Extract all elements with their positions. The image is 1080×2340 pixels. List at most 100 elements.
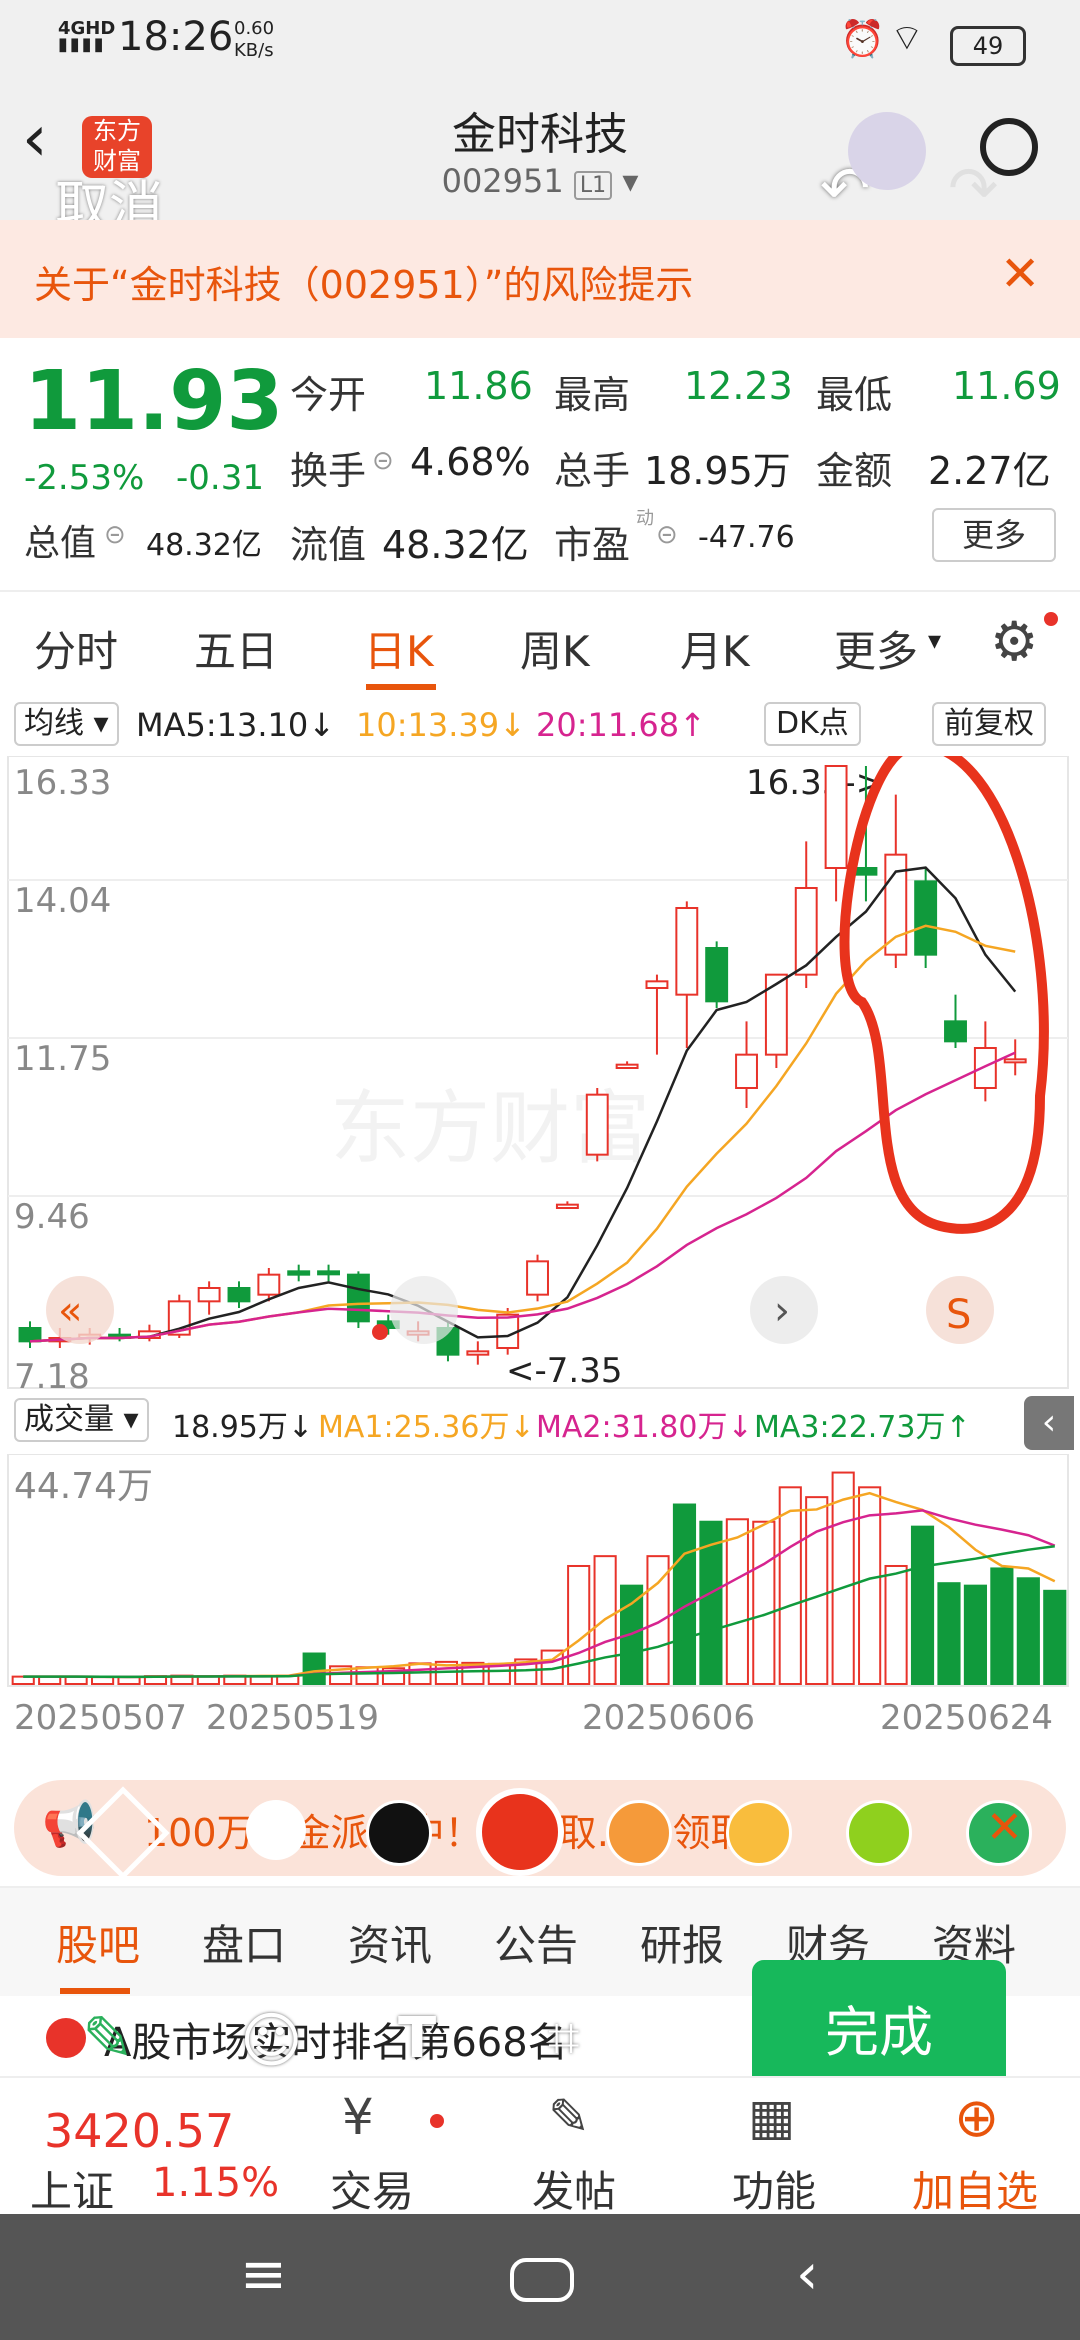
close-icon[interactable]: ✕: [1000, 246, 1040, 302]
back-nav-icon[interactable]: ‹: [796, 2242, 818, 2307]
tab-announcement[interactable]: 公告: [494, 1912, 578, 1973]
trade-button[interactable]: 交易: [330, 2158, 414, 2219]
active-tab-indicator: [366, 684, 436, 690]
volume-bar: [355, 1666, 379, 1685]
tab-more[interactable]: 更多: [834, 618, 918, 679]
volume-bar: [937, 1582, 961, 1686]
candle-body: [944, 1020, 967, 1043]
tab-five-day[interactable]: 五日: [194, 618, 278, 679]
mcap-value: 48.32亿: [146, 528, 262, 563]
turnover-value: 4.68%: [410, 440, 531, 484]
crop-tool-icon[interactable]: ⌗: [548, 2006, 580, 2072]
index-value: 3420.57: [44, 2104, 235, 2158]
adjust-mode-button[interactable]: 前复权: [932, 702, 1046, 746]
assistant-avatar[interactable]: [848, 112, 926, 190]
pencil-tool-icon[interactable]: ✎: [82, 2002, 134, 2075]
candle-body: [764, 973, 788, 1056]
volume-chart[interactable]: 44.74万: [0, 1454, 1080, 1694]
ma-selector[interactable]: 均线 ▾: [14, 702, 119, 746]
level-badge: L1: [573, 171, 613, 200]
volume-bar: [725, 1518, 749, 1686]
candle-body: [973, 1047, 997, 1089]
tab-daily-k[interactable]: 日K: [364, 618, 434, 679]
volume-area: 成交量 ▾ 18.95万↓ MA1:25.36万↓ MA2:31.80万↓ MA…: [0, 1396, 1080, 1766]
candle-body: [317, 1270, 340, 1276]
candle-body: [287, 1270, 311, 1276]
turnover-label: 换手: [290, 449, 367, 493]
low-value: 11.69: [952, 364, 1061, 408]
menu-icon[interactable]: ≡: [240, 2242, 287, 2307]
dk-point-button[interactable]: DK点: [764, 702, 861, 746]
candle-body: [914, 880, 938, 956]
volume-bar: [1043, 1589, 1067, 1685]
volume-bar: [90, 1676, 115, 1686]
text-tool-icon[interactable]: T: [398, 2006, 436, 2071]
candle-body: [227, 1287, 251, 1303]
axis-label-3: 11.75: [14, 1039, 111, 1079]
function-button[interactable]: 功能: [732, 2158, 816, 2219]
emoji-tool-icon[interactable]: ☺: [240, 2006, 303, 2076]
info-icon[interactable]: ⊝: [656, 520, 678, 550]
system-nav-bar: ≡ ‹: [0, 2214, 1080, 2340]
color-black[interactable]: [366, 1800, 432, 1866]
post-button[interactable]: 发帖: [532, 2158, 616, 2219]
home-icon[interactable]: [510, 2258, 574, 2302]
trade-icon: ¥: [342, 2088, 374, 2146]
rank-icon: [46, 2018, 86, 2058]
active-tab-indicator: [60, 1988, 130, 1994]
volume-bar: [805, 1496, 829, 1685]
candle-body: [1003, 1058, 1027, 1064]
open-value: 11.86: [424, 364, 533, 408]
zoom-button[interactable]: [390, 1276, 458, 1344]
tab-pankou[interactable]: 盘口: [202, 1912, 286, 1973]
volume-bar: [117, 1676, 141, 1686]
double-left-icon: «: [58, 1288, 82, 1334]
tab-news[interactable]: 资讯: [348, 1912, 432, 1973]
post-icon: ✎: [548, 2088, 590, 2146]
volume-today: 18.95万↓: [172, 1410, 314, 1445]
tab-guba[interactable]: 股吧: [56, 1912, 140, 1973]
tab-research[interactable]: 研报: [640, 1912, 724, 1973]
annotation-circle: [839, 756, 1049, 1234]
color-yellow[interactable]: [726, 1800, 792, 1866]
event-dot[interactable]: [372, 1324, 388, 1340]
kline-area: 均线 ▾ MA5:13.10↓ 10:13.39↓ 20:11.68↑ DK点 …: [0, 696, 1080, 1396]
info-icon[interactable]: ⊝: [372, 446, 394, 476]
color-orange[interactable]: [606, 1800, 672, 1866]
tab-monthly-k[interactable]: 月K: [680, 618, 750, 679]
chevron-right-icon: ›: [774, 1288, 790, 1334]
kline-chart[interactable]: 东方财富 16.33 14.04 11.75 9.46 7.18 16.33->…: [0, 756, 1080, 1396]
more-button[interactable]: 更多: [932, 508, 1056, 562]
close-icon[interactable]: ✕: [986, 1802, 1023, 1853]
date-label-3: 20250606: [582, 1698, 756, 1738]
candle-body: [197, 1287, 221, 1303]
tab-weekly-k[interactable]: 周K: [520, 618, 590, 679]
volume-value: 18.95万: [644, 449, 791, 493]
battery-icon: 49: [950, 26, 1026, 66]
search-icon[interactable]: [980, 118, 1038, 176]
volume-selector[interactable]: 成交量 ▾: [14, 1398, 149, 1442]
info-icon[interactable]: ⊝: [104, 520, 126, 550]
min-price-mark: <-7.35: [506, 1351, 622, 1391]
risk-banner-text: 关于“金时科技（002951）”的风险提示: [34, 263, 694, 307]
color-red-selected[interactable]: [476, 1788, 564, 1876]
volume-bar: [963, 1584, 988, 1686]
alarm-icon: ⏰: [840, 19, 885, 60]
gear-icon[interactable]: ⚙: [990, 610, 1038, 673]
color-green[interactable]: [846, 1800, 912, 1866]
color-white[interactable]: [246, 1800, 306, 1860]
add-favorite-button[interactable]: 加自选: [912, 2158, 1038, 2219]
vol-ma1: MA1:25.36万↓: [318, 1410, 535, 1445]
s-signal-icon: S: [946, 1292, 971, 1338]
candle-body: [526, 1260, 549, 1296]
volume-bar: [831, 1471, 855, 1685]
mcap-label: 总值: [24, 523, 97, 564]
candle-body: [645, 980, 669, 989]
collapse-panel-button[interactable]: ‹: [1024, 1396, 1074, 1450]
risk-banner[interactable]: 关于“金时科技（002951）”的风险提示 ✕: [0, 220, 1080, 338]
axis-label-top: 16.33: [14, 763, 111, 803]
axis-label-bottom: 7.18: [14, 1357, 90, 1396]
stock-header: ‹ 东方财富 取消 金时科技 002951 L1 ▾ ↶ ↷: [0, 82, 1080, 238]
volume-bar: [990, 1567, 1014, 1685]
tab-intraday[interactable]: 分时: [34, 618, 118, 679]
